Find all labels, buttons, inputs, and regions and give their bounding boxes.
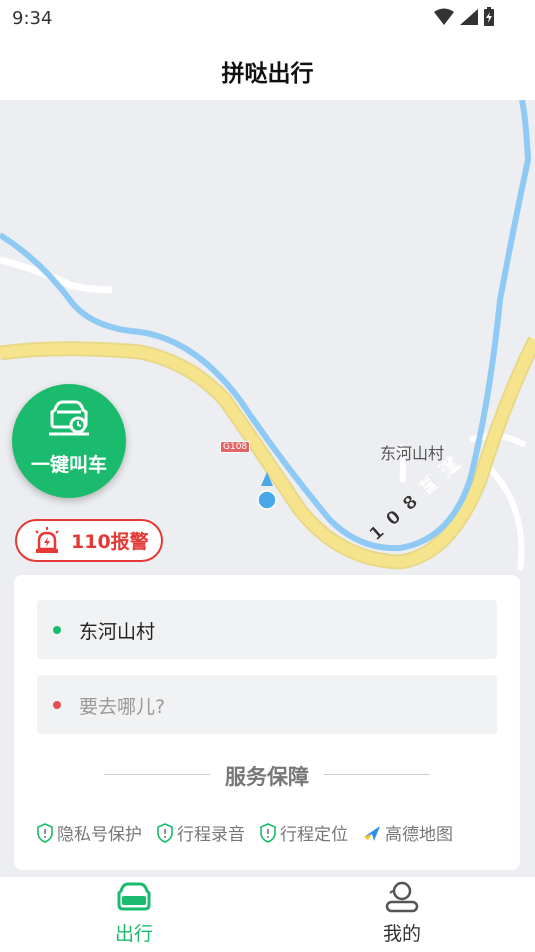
alarm-siren-icon (35, 526, 59, 553)
destination-field[interactable]: 要去哪儿? (37, 675, 497, 734)
service-item: 隐私号保护 (36, 820, 142, 845)
destination-dot (53, 701, 61, 709)
car-icon (117, 882, 151, 911)
destination-placeholder: 要去哪儿? (79, 696, 166, 718)
service-title: 服务保障 (225, 765, 309, 789)
shield-icon (260, 822, 276, 843)
title-bar: 拼哒出行 (0, 38, 535, 100)
service-header: 服务保障 (14, 761, 520, 789)
wifi-icon (434, 8, 454, 25)
service-label: 高德地图 (385, 825, 453, 845)
trip-card: 东河山村 要去哪儿? 服务保障 隐私号保护 行程录音 行程定位 高德地图 (14, 575, 520, 870)
status-icons (433, 7, 495, 27)
battery-icon (484, 7, 494, 26)
page-title: 拼哒出行 (221, 61, 314, 87)
tab-mine[interactable]: 我的 (332, 881, 472, 946)
status-time: 9:34 (12, 8, 53, 29)
service-label: 行程录音 (177, 825, 245, 845)
tab-mine-label: 我的 (382, 923, 421, 945)
car-clock-icon (49, 400, 89, 436)
origin-text: 东河山村 (79, 621, 156, 643)
service-item: 行程录音 (156, 820, 245, 845)
amap-logo-icon (364, 825, 380, 841)
service-label: 隐私号保护 (57, 825, 142, 845)
origin-field[interactable]: 东河山村 (37, 600, 497, 659)
road-shield: G108 (220, 441, 251, 453)
origin-dot (53, 626, 61, 634)
call-car-label: 一键叫车 (30, 454, 107, 476)
service-item: 高德地图 (362, 820, 453, 845)
police-alarm-button[interactable]: 110报警 (15, 519, 163, 562)
shield-icon (157, 822, 173, 843)
service-list: 隐私号保护 行程录音 行程定位 高德地图 (36, 820, 453, 845)
tab-travel[interactable]: 出行 (64, 881, 204, 946)
divider-line (324, 774, 430, 775)
signal-icon (460, 9, 478, 25)
location-marker (257, 472, 277, 512)
tab-travel-label: 出行 (114, 923, 153, 945)
police-alarm-label: 110报警 (71, 531, 149, 553)
bottom-nav: 出行 我的 (0, 876, 535, 952)
service-label: 行程定位 (280, 825, 348, 845)
user-icon (385, 881, 419, 913)
service-item: 行程定位 (259, 820, 348, 845)
call-car-button[interactable]: 一键叫车 (12, 384, 126, 498)
shield-icon (37, 822, 53, 843)
status-bar: 9:34 (0, 0, 535, 38)
